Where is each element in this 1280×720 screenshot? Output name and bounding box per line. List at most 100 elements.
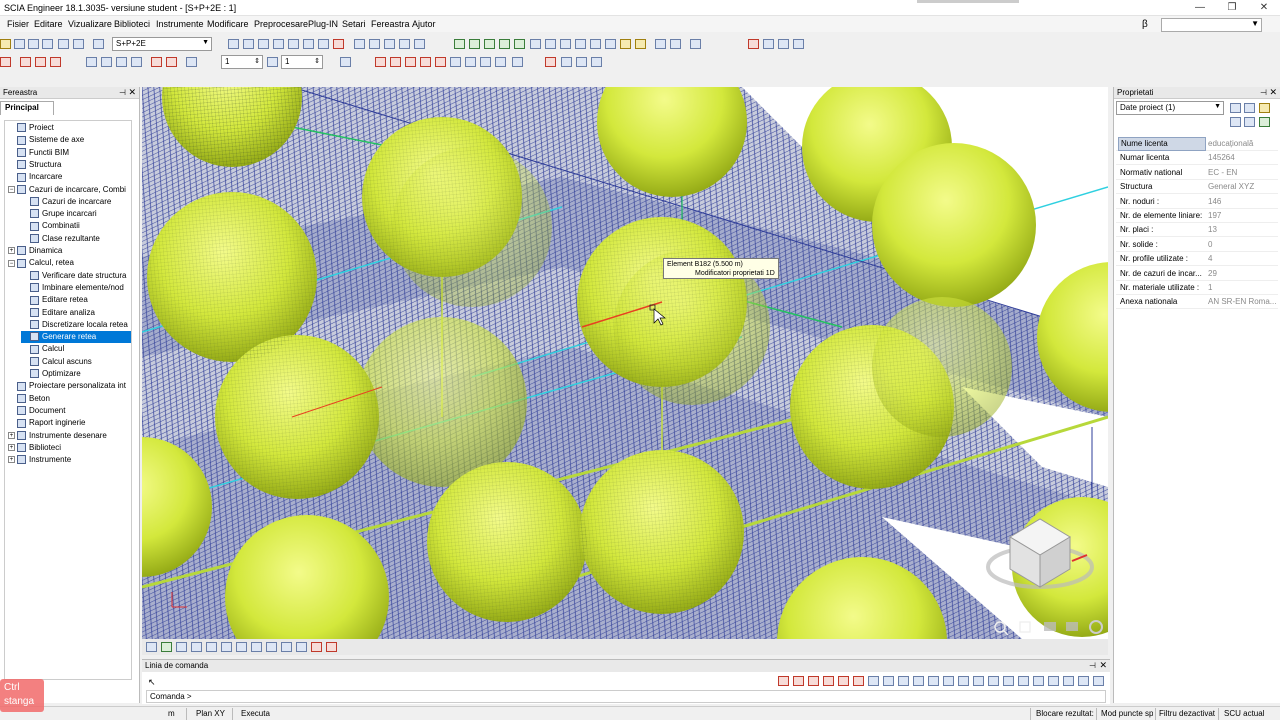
member-display-icon[interactable] [236,642,247,652]
menu-instrumente[interactable]: Instrumente [156,19,204,29]
tree-item[interactable]: Structura [8,159,131,171]
paint-icon[interactable] [161,642,172,652]
layer-icon[interactable] [267,57,278,67]
property-row[interactable]: Nume licenta educațională [1116,137,1278,151]
picture-icon[interactable] [384,39,395,49]
select-icon-5[interactable] [435,57,446,67]
command-input[interactable]: Comanda > [146,690,1106,703]
tree-item[interactable]: Calcul [21,343,131,355]
close-button[interactable]: ✕ [1248,0,1280,16]
tree-item[interactable]: Incarcare [8,171,131,183]
tree-item[interactable]: Calcul ascuns [21,356,131,368]
mesh-display-icon[interactable] [266,642,277,652]
command-tool-icon[interactable] [1048,676,1059,686]
rotate-icon[interactable] [116,57,127,67]
support-display-icon[interactable] [281,642,292,652]
open-icon[interactable] [0,39,11,49]
viewport-3d[interactable]: Element B182 (5.500 m) Modificatori prop… [142,87,1108,639]
result-display-icon[interactable] [326,642,337,652]
close-icon[interactable]: ✕ [128,87,136,98]
tree-item[interactable]: Imbinare elemente/nod [21,282,131,294]
select-icon-4[interactable] [420,57,431,67]
menu-editare[interactable]: Editare [34,19,63,29]
view-icon-1[interactable] [228,39,239,49]
property-row[interactable]: Structura General XYZ [1116,180,1278,195]
property-row[interactable]: Nr. profile utilizate : 4 [1116,252,1278,267]
bulb-icon[interactable] [635,39,646,49]
tree-item[interactable]: Editare retea [21,294,131,306]
tree-item[interactable]: Clase rezultante [21,233,131,245]
tree-item[interactable]: Verificare date structura [21,270,131,282]
view-icon-7[interactable] [318,39,329,49]
status-block[interactable]: Blocare rezultat: c [1036,709,1094,718]
select-icon-8[interactable] [480,57,491,67]
status-snap[interactable]: Mod puncte sp [1101,709,1153,718]
save-as-icon[interactable] [28,39,39,49]
mirror-icon[interactable] [131,57,142,67]
window-icon[interactable] [93,39,104,49]
tree-item[interactable]: − Calcul, retea [8,257,131,269]
tree-item[interactable]: Editare analiza [21,307,131,319]
view-icon-8[interactable] [333,39,344,49]
palette-icon[interactable] [1244,117,1255,127]
status-ucs[interactable]: SCU actual [1224,709,1264,718]
tree-item[interactable]: − Cazuri de incarcare, Combi [8,184,131,196]
menu-modificare[interactable]: Modificare [207,19,249,29]
tree-item[interactable]: Document [8,405,131,417]
view-icon-6[interactable] [303,39,314,49]
property-row[interactable]: Nr. materiale utilizate : 1 [1116,281,1278,295]
view-icon-5[interactable] [288,39,299,49]
node-icon-3[interactable] [484,39,495,49]
select-icon-10[interactable] [512,57,523,67]
view-icon-3[interactable] [258,39,269,49]
tab-principal[interactable]: Principal [0,101,54,115]
grid-icon[interactable] [206,642,217,652]
select-properties-icon[interactable] [576,57,587,67]
property-row[interactable]: Nr. placi : 13 [1116,223,1278,238]
property-row[interactable]: Nr. de cazuri de incar... 29 [1116,267,1278,281]
command-tool-icon[interactable] [778,676,789,686]
tree-item[interactable]: Discretizare locala retea [21,319,131,331]
node-icon-4[interactable] [499,39,510,49]
property-row[interactable]: Anexa nationala AN SR-EN Roma... [1116,295,1278,310]
tree-item[interactable]: Generare retea [21,331,131,344]
pin-icon[interactable]: ⊣ [1260,88,1267,97]
expand-toggle-icon[interactable]: − [8,185,15,193]
load-display-icon[interactable] [251,642,262,652]
command-tool-icon[interactable] [1063,676,1074,686]
select-icon-9[interactable] [495,57,506,67]
maximize-button[interactable]: ❐ [1216,0,1248,16]
close-icon[interactable]: ✕ [1099,660,1107,671]
redo-icon[interactable] [73,39,84,49]
arrow-cursor-icon[interactable]: ↖ [148,677,156,688]
expand-toggle-icon[interactable]: + [8,247,15,255]
command-tool-icon[interactable] [1003,676,1014,686]
expand-toggle-icon[interactable]: − [8,259,15,267]
deselect-icon[interactable] [545,57,556,67]
command-tool-icon[interactable] [1078,676,1089,686]
gallery-icon[interactable] [414,39,425,49]
expand-toggle-icon[interactable]: + [8,444,15,452]
command-tool-icon[interactable] [913,676,924,686]
node-display-icon[interactable] [221,642,232,652]
status-filter[interactable]: Filtru dezactivat [1159,709,1215,718]
edit-icon[interactable] [1259,103,1270,113]
zoom-all-icon[interactable] [530,39,541,49]
snap-icon[interactable] [340,57,351,67]
tree-item[interactable]: Cazuri de incarcare [21,196,131,208]
tree-item[interactable]: + Biblioteci [8,442,131,454]
zoom-window-icon[interactable] [575,39,586,49]
menu-setari[interactable]: Setari [342,19,366,29]
label-icon[interactable] [191,642,202,652]
command-tool-icon[interactable] [958,676,969,686]
menu-plugin[interactable]: Plug-IN [308,19,338,29]
node-icon-1[interactable] [454,39,465,49]
property-row[interactable]: Nr. de elemente liniare: 197 [1116,209,1278,223]
menu-fereastra[interactable]: Fereastra [371,19,410,29]
tree-item[interactable]: Raport inginerie [8,417,131,429]
tree-item[interactable]: Grupe incarcari [21,208,131,220]
command-tool-icon[interactable] [988,676,999,686]
filter-icon-4[interactable] [793,39,804,49]
copy-icon[interactable] [86,57,97,67]
dimension-icon[interactable] [0,57,11,67]
